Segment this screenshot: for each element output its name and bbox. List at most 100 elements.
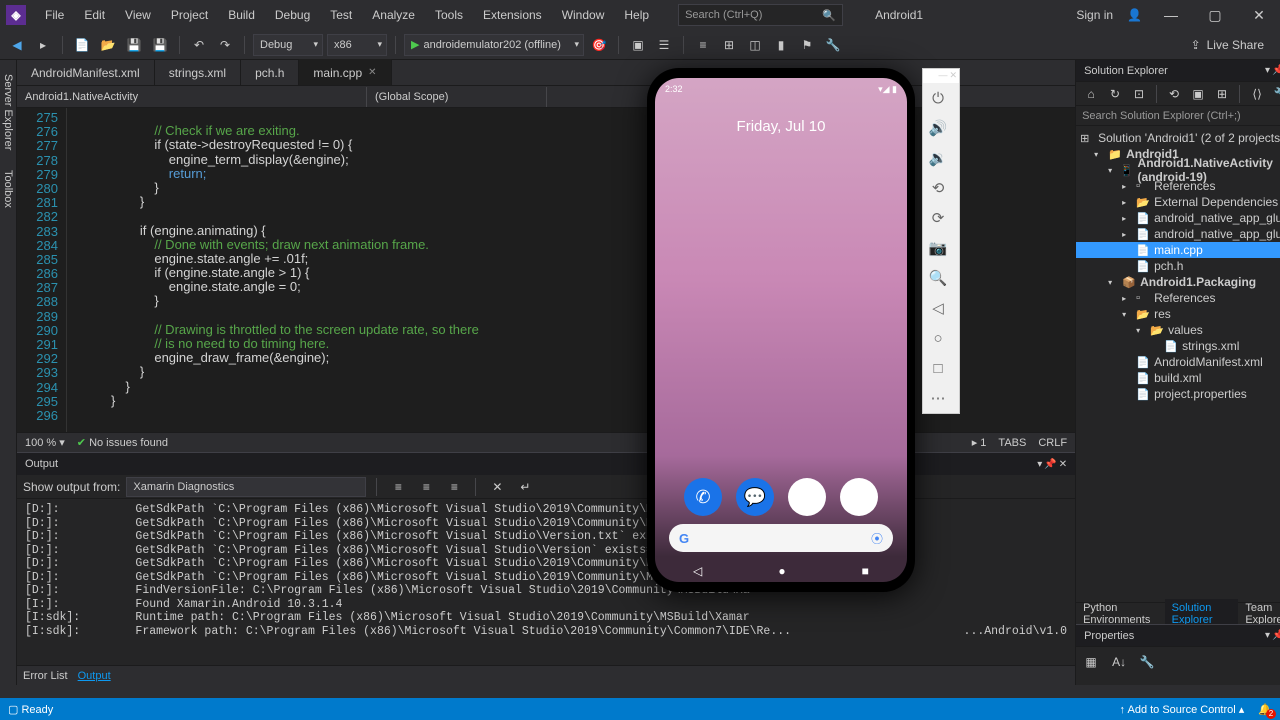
undo-button[interactable]: ↶ bbox=[188, 34, 210, 56]
emu-zoom-icon[interactable]: 🔍 bbox=[923, 263, 953, 293]
menu-build[interactable]: Build bbox=[219, 4, 264, 26]
save-all-button[interactable]: 💾 bbox=[149, 34, 171, 56]
emu-recents-icon[interactable]: ■ bbox=[862, 564, 869, 578]
btn-5[interactable]: ◫ bbox=[744, 34, 766, 56]
emu-close-icon[interactable]: ✕ bbox=[949, 70, 957, 82]
debug-target-button[interactable]: 🎯 bbox=[588, 34, 610, 56]
menu-project[interactable]: Project bbox=[162, 4, 217, 26]
zoom-level[interactable]: 100 % ▾ bbox=[25, 436, 65, 449]
project-scope-dropdown[interactable]: Android1.NativeActivity bbox=[17, 87, 367, 107]
btn-6[interactable]: ▮ bbox=[770, 34, 792, 56]
tab-strings-xml[interactable]: strings.xml bbox=[155, 60, 241, 85]
menu-debug[interactable]: Debug bbox=[266, 4, 319, 26]
ex-btn-8[interactable]: 🔧 bbox=[1270, 83, 1280, 105]
tree-item[interactable]: 📄main.cpp bbox=[1076, 242, 1280, 258]
sign-in-link[interactable]: Sign in bbox=[1076, 8, 1113, 22]
emu-back-icon[interactable]: ◁ bbox=[693, 564, 702, 578]
tab-AndroidManifest-xml[interactable]: AndroidManifest.xml bbox=[17, 60, 155, 85]
minimize-button[interactable]: — bbox=[1156, 3, 1186, 27]
android-emulator[interactable]: 2:32▾◢ ▮ Friday, Jul 10 ✆💬▶● G ⦿ ◁ ● ■ bbox=[647, 68, 915, 592]
explorer-dd-icon[interactable]: ▾ bbox=[1265, 65, 1270, 76]
close-button[interactable]: ✕ bbox=[1244, 3, 1274, 27]
emulator-screen[interactable]: 2:32▾◢ ▮ Friday, Jul 10 ✆💬▶● G ⦿ ◁ ● ■ bbox=[655, 78, 907, 582]
emu-camera-icon[interactable]: 📷 bbox=[923, 233, 953, 263]
error-list-tab[interactable]: Error List bbox=[23, 670, 68, 682]
emu-more-icon[interactable]: ⋯ bbox=[923, 383, 953, 413]
menu-test[interactable]: Test bbox=[321, 4, 361, 26]
live-share-button[interactable]: ⇪ Live Share bbox=[1181, 38, 1274, 52]
emu-app-icon[interactable]: ✆ bbox=[684, 478, 722, 516]
btn-2[interactable]: ☰ bbox=[653, 34, 675, 56]
menu-extensions[interactable]: Extensions bbox=[474, 4, 551, 26]
emulator-search-bar[interactable]: G ⦿ bbox=[669, 524, 893, 552]
platform-dropdown[interactable]: x86 bbox=[327, 34, 387, 56]
ex-home-icon[interactable]: ⌂ bbox=[1080, 83, 1102, 105]
tree-item[interactable]: 📄project.properties bbox=[1076, 386, 1280, 402]
output-source-dropdown[interactable]: Xamarin Diagnostics bbox=[126, 477, 366, 497]
ex-btn-6[interactable]: ⊞ bbox=[1211, 83, 1233, 105]
tree-item[interactable]: ▾📂values bbox=[1076, 322, 1280, 338]
back-button[interactable]: ◀ bbox=[6, 34, 28, 56]
global-scope-dropdown[interactable]: (Global Scope) bbox=[367, 87, 547, 107]
menu-analyze[interactable]: Analyze bbox=[363, 4, 424, 26]
emu-voldown-icon[interactable]: 🔉 bbox=[923, 143, 953, 173]
btn-1[interactable]: ▣ bbox=[627, 34, 649, 56]
explorer-search-input[interactable]: Search Solution Explorer (Ctrl+;)🔍 bbox=[1076, 106, 1280, 126]
output-pin-icon[interactable]: 📌 bbox=[1044, 459, 1056, 470]
props-cat-icon[interactable]: ▦ bbox=[1080, 651, 1102, 673]
user-icon[interactable]: 👤 bbox=[1127, 8, 1142, 22]
tabs-mode[interactable]: TABS bbox=[998, 437, 1026, 449]
redo-button[interactable]: ↷ bbox=[214, 34, 236, 56]
issues-indicator[interactable]: ✔ No issues found bbox=[77, 436, 168, 449]
tree-item[interactable]: ▾📱Android1.NativeActivity (android-19) bbox=[1076, 162, 1280, 178]
menu-file[interactable]: File bbox=[36, 4, 73, 26]
output-btn-3[interactable]: ≡ bbox=[443, 476, 465, 498]
menu-tools[interactable]: Tools bbox=[426, 4, 472, 26]
props-wrench-icon[interactable]: 🔧 bbox=[1136, 651, 1158, 673]
server-explorer-tab[interactable]: Server Explorer bbox=[0, 68, 16, 156]
emu-min-icon[interactable]: — bbox=[938, 70, 947, 82]
new-project-button[interactable]: 📄 bbox=[71, 34, 93, 56]
output-btn-2[interactable]: ≡ bbox=[415, 476, 437, 498]
output-btn-1[interactable]: ≡ bbox=[387, 476, 409, 498]
tab-main-cpp[interactable]: main.cpp✕ bbox=[299, 59, 391, 85]
open-button[interactable]: 📂 bbox=[97, 34, 119, 56]
emu-back-icon[interactable]: ◁ bbox=[923, 293, 953, 323]
tab-close-icon[interactable]: ✕ bbox=[368, 67, 376, 78]
tree-item[interactable]: 📄AndroidManifest.xml bbox=[1076, 354, 1280, 370]
menu-edit[interactable]: Edit bbox=[75, 4, 114, 26]
ex-btn-2[interactable]: ↻ bbox=[1104, 83, 1126, 105]
btn-7[interactable]: ⚑ bbox=[796, 34, 818, 56]
tree-item[interactable]: 📄build.xml bbox=[1076, 370, 1280, 386]
btn-8[interactable]: 🔧 bbox=[822, 34, 844, 56]
solution-root[interactable]: ⊞ Solution 'Android1' (2 of 2 projects) bbox=[1076, 130, 1280, 146]
tree-item[interactable]: ▾📂res bbox=[1076, 306, 1280, 322]
emu-overview-icon[interactable]: □ bbox=[923, 353, 953, 383]
emu-volup-icon[interactable]: 🔊 bbox=[923, 113, 953, 143]
output-clear-button[interactable]: ✕ bbox=[486, 476, 508, 498]
tree-item[interactable]: ▾📦Android1.Packaging bbox=[1076, 274, 1280, 290]
notifications-icon[interactable]: 🔔 bbox=[1258, 703, 1272, 716]
run-target-dropdown[interactable]: ▶ androidemulator202 (offline) bbox=[404, 34, 584, 56]
ex-btn-7[interactable]: ⟨⟩ bbox=[1246, 83, 1268, 105]
tree-item[interactable]: ▸▫References bbox=[1076, 290, 1280, 306]
save-button[interactable]: 💾 bbox=[123, 34, 145, 56]
code-editor[interactable]: 2752762772782792802812822832842852862872… bbox=[17, 108, 1075, 432]
menu-help[interactable]: Help bbox=[615, 4, 658, 26]
emu-home-icon[interactable]: ○ bbox=[923, 323, 953, 353]
ex-btn-5[interactable]: ▣ bbox=[1187, 83, 1209, 105]
ex-btn-3[interactable]: ⊡ bbox=[1128, 83, 1150, 105]
forward-button[interactable]: ▸ bbox=[32, 34, 54, 56]
emu-power-icon[interactable]: ⏻ bbox=[923, 83, 953, 113]
menu-view[interactable]: View bbox=[116, 4, 160, 26]
add-source-control[interactable]: ↑ Add to Source Control ▴ bbox=[1120, 703, 1245, 716]
btn-3[interactable]: ≡ bbox=[692, 34, 714, 56]
menu-window[interactable]: Window bbox=[553, 4, 614, 26]
output-text[interactable]: [D:]: GetSdkPath `C:\Program Files (x86)… bbox=[17, 499, 1075, 665]
emu-app-icon[interactable]: ▶ bbox=[788, 478, 826, 516]
tree-item[interactable]: 📄strings.xml bbox=[1076, 338, 1280, 354]
output-close-icon[interactable]: ✕ bbox=[1059, 459, 1067, 470]
tree-item[interactable]: ▸📂External Dependencies bbox=[1076, 194, 1280, 210]
tree-item[interactable]: ▸📄android_native_app_glue.h bbox=[1076, 226, 1280, 242]
assistant-icon[interactable]: ⦿ bbox=[871, 530, 883, 547]
